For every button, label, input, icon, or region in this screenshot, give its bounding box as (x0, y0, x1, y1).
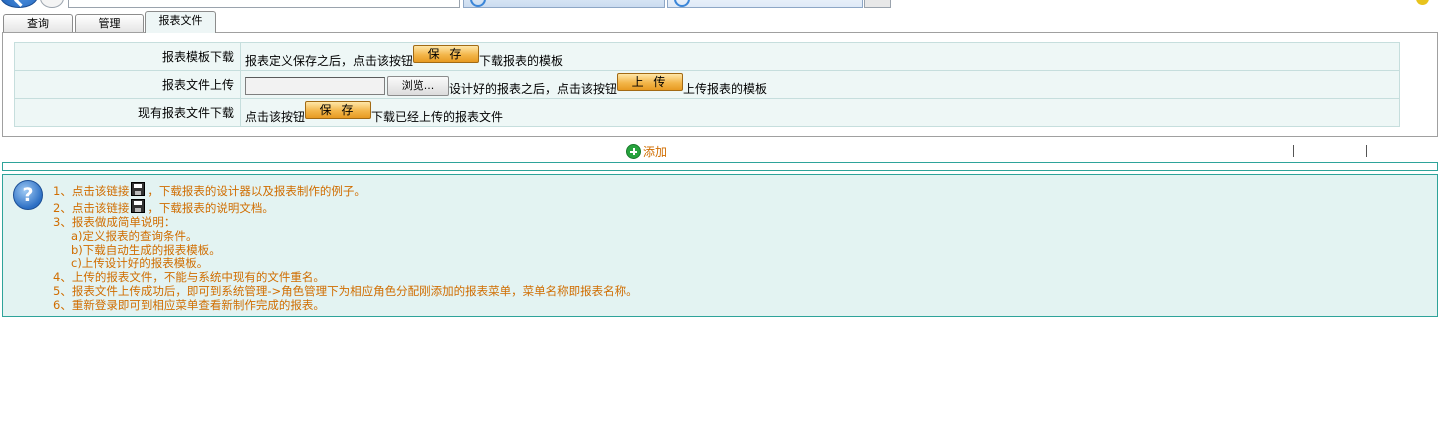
new-tab-button[interactable] (864, 0, 891, 8)
browser-tab[interactable] (463, 0, 665, 8)
file-upload-label: 报表文件上传 (14, 70, 241, 99)
existing-file-download-row: 现有报表文件下载 点击该按钮 保 存 下载已经上传的报表文件 (14, 98, 1400, 127)
designer-download-disk-icon[interactable] (131, 181, 146, 196)
back-arrow-icon[interactable] (0, 0, 38, 8)
browser-chrome: ✕ (0, 0, 1440, 11)
report-file-form: 报表模板下载 报表定义保存之后，点击该按钮 保 存 下载报表的模板 报表文件上传… (14, 42, 1400, 127)
smiley-icon[interactable] (1416, 0, 1429, 5)
existing-file-save-button[interactable]: 保 存 (305, 100, 372, 119)
address-bar[interactable] (68, 0, 460, 8)
report-file-panel: 报表模板下载 报表定义保存之后，点击该按钮 保 存 下载报表的模板 报表文件上传… (2, 32, 1438, 137)
help-question-icon: ? (13, 180, 43, 210)
template-download-hint-after: 下载报表的模板 (479, 54, 564, 68)
template-download-row: 报表模板下载 报表定义保存之后，点击该按钮 保 存 下载报表的模板 (14, 42, 1400, 71)
help-line-6: 6、重新登录即可到相应菜单查看新制作完成的报表。 (53, 297, 325, 312)
existing-file-hint: 点击该按钮 (245, 110, 306, 124)
page-tab-bar: 查询 管理 报表文件 (0, 11, 1440, 33)
result-list-box (2, 162, 1438, 171)
add-label: 添加 (643, 145, 668, 159)
add-plus-icon (626, 144, 641, 159)
file-upload-row: 报表文件上传 浏览... 设计好的报表之后，点击该按钮 上 传 上传报表的模板 (14, 70, 1400, 99)
upload-button[interactable]: 上 传 (617, 72, 684, 91)
help-line-3: 3、报表做成简单说明： (53, 215, 176, 229)
help-line-4: 4、上传的报表文件，不能与系统中现有的文件重名。 (53, 270, 325, 285)
template-save-button[interactable]: 保 存 (413, 44, 480, 63)
help-line-3a: a)定义报表的查询条件。 (71, 228, 198, 243)
add-link[interactable]: 添加 (626, 143, 667, 160)
help-line-3b: b)下载自动生成的报表模板。 (71, 242, 221, 257)
template-download-hint: 报表定义保存之后，点击该按钮 (245, 54, 414, 68)
tab-manage[interactable]: 管理 (75, 14, 144, 33)
browser-tab[interactable]: ✕ (667, 0, 863, 8)
template-download-label: 报表模板下载 (14, 42, 241, 71)
doc-download-disk-icon[interactable] (131, 198, 146, 213)
close-icon[interactable]: ✕ (845, 0, 854, 2)
file-path-input[interactable] (245, 76, 385, 95)
file-upload-hint-after: 上传报表的模板 (683, 82, 768, 96)
help-line-2: 2、点击该链接 ，下载报表的说明文档。 (53, 198, 638, 216)
divider (1366, 145, 1367, 157)
tab-report-file[interactable]: 报表文件 (145, 11, 216, 33)
help-line-5: 5、报表文件上传成功后，即可到系统管理->角色管理下为相应角色分配刚添加的报表菜… (53, 283, 638, 298)
help-box: ? 1、点击该链接 ，下载报表的设计器以及报表制作的例子。 2、点击该链接 ，下… (2, 174, 1438, 317)
browse-button[interactable]: 浏览... (387, 75, 449, 96)
divider (1293, 145, 1294, 157)
tab-query[interactable]: 查询 (3, 14, 73, 33)
file-upload-hint: 设计好的报表之后，点击该按钮 (449, 82, 618, 96)
existing-file-hint-after: 下载已经上传的报表文件 (371, 110, 504, 124)
add-bar: 添加 (0, 141, 1440, 161)
help-line-3c: c)上传设计好的报表模板。 (71, 256, 209, 271)
help-text: 1、点击该链接 ，下载报表的设计器以及报表制作的例子。 2、点击该链接 ，下载报… (53, 181, 638, 313)
forward-arrow-icon[interactable] (40, 0, 64, 8)
existing-file-download-label: 现有报表文件下载 (14, 98, 241, 127)
